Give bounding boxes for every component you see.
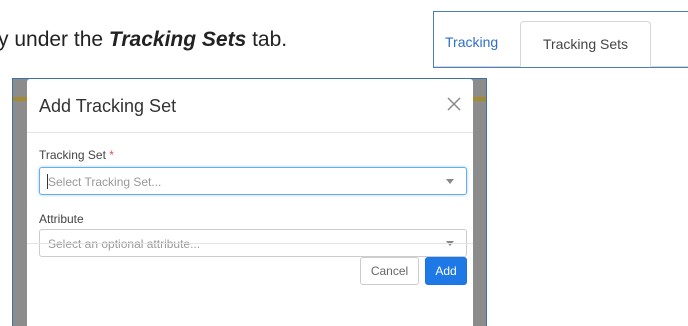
close-icon[interactable] [445,95,463,113]
dialog-screenshot: Add Tracking Set Tracking Set * Select T… [12,78,487,326]
instruction-emphasis: Tracking Sets [108,28,247,51]
modal-header: Add Tracking Set [27,79,473,133]
add-button[interactable]: Add [425,257,467,285]
modal-footer-divider [27,243,473,244]
attribute-label: Attribute [39,212,84,226]
tab-tracking[interactable]: Tracking [445,34,498,50]
tracking-set-placeholder: Select Tracking Set... [48,175,162,189]
tab-tracking-sets[interactable]: Tracking Sets [520,21,651,67]
attribute-placeholder: Select an optional attribute... [48,237,201,251]
add-tracking-set-modal: Add Tracking Set Tracking Set * Select T… [27,79,473,326]
tracking-set-select[interactable]: Select Tracking Set... [39,167,467,195]
required-mark: * [109,148,114,162]
instruction-prefix: y under the [0,28,109,51]
dropdown-arrow-icon [446,179,454,184]
tracking-set-label: Tracking Set * [39,148,114,162]
tabs-screenshot: Tracking Tracking Sets [433,11,688,68]
modal-title: Add Tracking Set [39,96,177,116]
tracking-set-label-text: Tracking Set [39,148,106,162]
instruction-suffix: tab. [246,28,288,51]
cancel-button[interactable]: Cancel [360,257,419,285]
instruction-text: y under the Tracking Sets tab. [0,28,287,52]
